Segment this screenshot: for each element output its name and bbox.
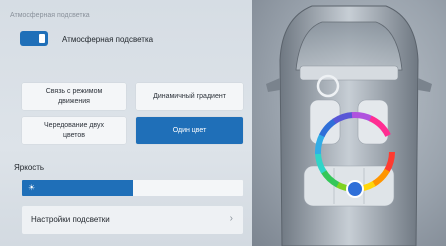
car-interior-view [252,0,446,246]
mode-button-single-color[interactable]: Один цвет [136,117,243,144]
mode-button-dynamic-gradient[interactable]: Динамичный градиент [136,83,243,110]
section-title: Атмосферная подсветка [10,12,90,19]
chevron-right-icon: › [229,213,233,224]
brightness-label: Яркость [14,163,45,172]
ambient-lighting-toggle[interactable] [20,31,48,46]
car-top-view-illustration [266,5,432,246]
mode-button-two-color[interactable]: Чередование двух цветов [22,117,126,144]
mode-button-label: Связь с режимом движения [45,88,103,105]
brightness-slider[interactable]: ☀ [22,180,243,196]
mode-button-label: Один цвет [172,126,207,134]
ambient-lighting-label: Атмосферная подсветка [62,35,154,44]
sun-icon: ☀ [28,183,36,192]
brightness-slider-fill [22,180,133,196]
toggle-knob [39,34,45,43]
color-wheel-selector[interactable] [346,180,364,198]
lighting-settings-button[interactable]: Настройки подсветки › [22,206,243,234]
lighting-settings-panel: Атмосферная подсветка Атмосферная подсве… [0,0,252,246]
mode-button-drive-sync[interactable]: Связь с режимом движения [22,83,126,110]
lighting-settings-label: Настройки подсветки [31,215,110,224]
mode-button-label: Чередование двух цветов [44,122,104,139]
mode-button-label: Динамичный градиент [153,92,226,100]
